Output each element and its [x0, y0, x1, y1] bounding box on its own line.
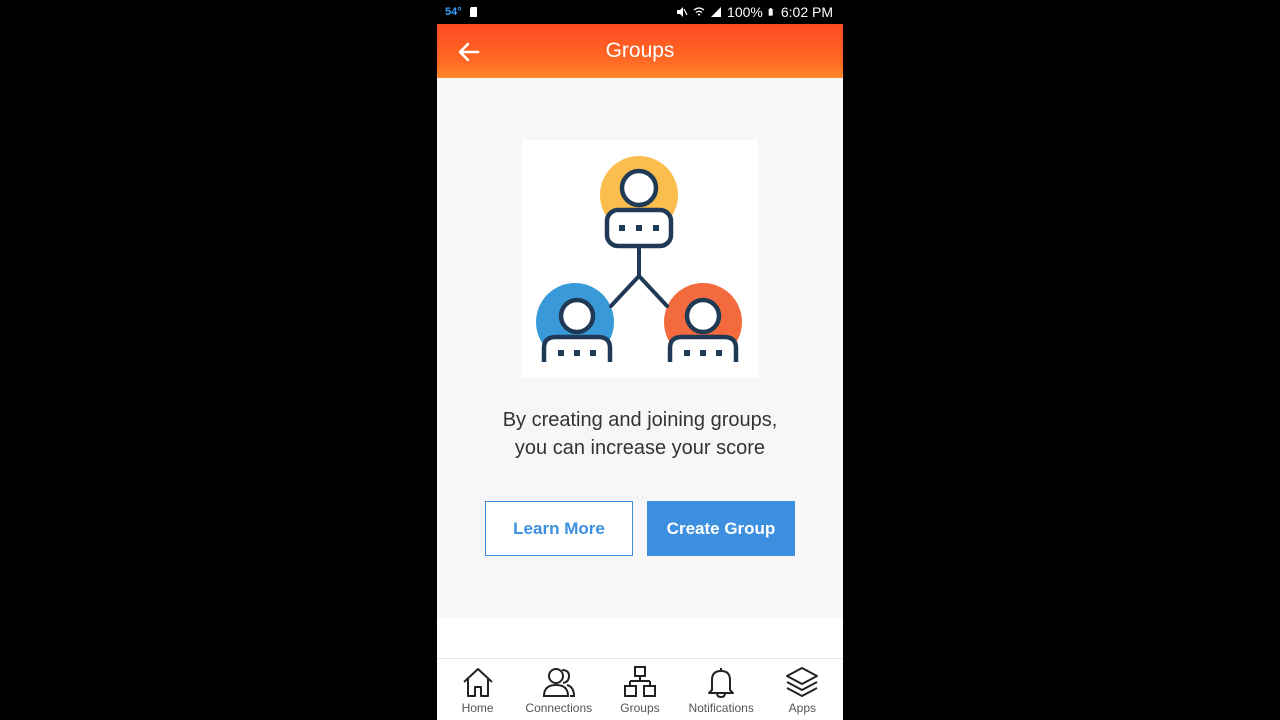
- arrow-left-icon: [458, 42, 480, 62]
- nav-item-notifications[interactable]: Notifications: [681, 659, 761, 715]
- group-network-illustration: [522, 140, 758, 378]
- connections-icon: [542, 668, 575, 697]
- nav-label-apps: Apps: [788, 701, 817, 715]
- bottom-navigation: Home Connections Groups Notifications Ap…: [437, 658, 843, 720]
- learn-more-button[interactable]: Learn More: [485, 501, 633, 556]
- app-bar: Groups: [437, 24, 843, 78]
- message-line-2: you can increase your score: [514, 437, 766, 459]
- nav-item-groups[interactable]: Groups: [600, 659, 680, 715]
- nav-label-home: Home: [461, 701, 494, 715]
- back-button[interactable]: [455, 38, 483, 66]
- wifi-icon: [693, 7, 705, 16]
- battery-percent: 100%: [727, 4, 763, 20]
- layers-icon: [786, 667, 819, 697]
- page-title: Groups: [605, 39, 675, 62]
- message-line-1: By creating and joining groups,: [502, 409, 778, 431]
- groups-icon: [623, 666, 656, 697]
- empty-state-message: By creating and joining groups, you can …: [437, 406, 843, 462]
- nav-item-apps[interactable]: Apps: [762, 659, 842, 715]
- status-bar: 54° 100% 6:02 PM: [437, 0, 843, 24]
- nav-label-connections: Connections: [525, 701, 593, 715]
- clock: 6:02 PM: [780, 4, 833, 20]
- groups-empty-state: By creating and joining groups, you can …: [437, 78, 843, 618]
- sd-card-icon: [469, 7, 477, 17]
- nav-item-home[interactable]: Home: [438, 659, 518, 715]
- bell-icon: [708, 668, 735, 698]
- content-footer-spacer: [437, 618, 843, 658]
- temperature: 54°: [445, 6, 462, 18]
- home-icon: [462, 668, 493, 697]
- nav-item-connections[interactable]: Connections: [519, 659, 599, 715]
- mute-icon: [677, 7, 688, 17]
- create-group-button[interactable]: Create Group: [647, 501, 795, 556]
- nav-label-notifications: Notifications: [688, 701, 754, 715]
- group-network-icon: [536, 156, 742, 362]
- phone-screen: 54° 100% 6:02 PM Groups By creating and …: [437, 0, 843, 720]
- nav-label-groups: Groups: [620, 701, 660, 715]
- signal-icon: [711, 7, 722, 17]
- battery-icon: [768, 8, 773, 16]
